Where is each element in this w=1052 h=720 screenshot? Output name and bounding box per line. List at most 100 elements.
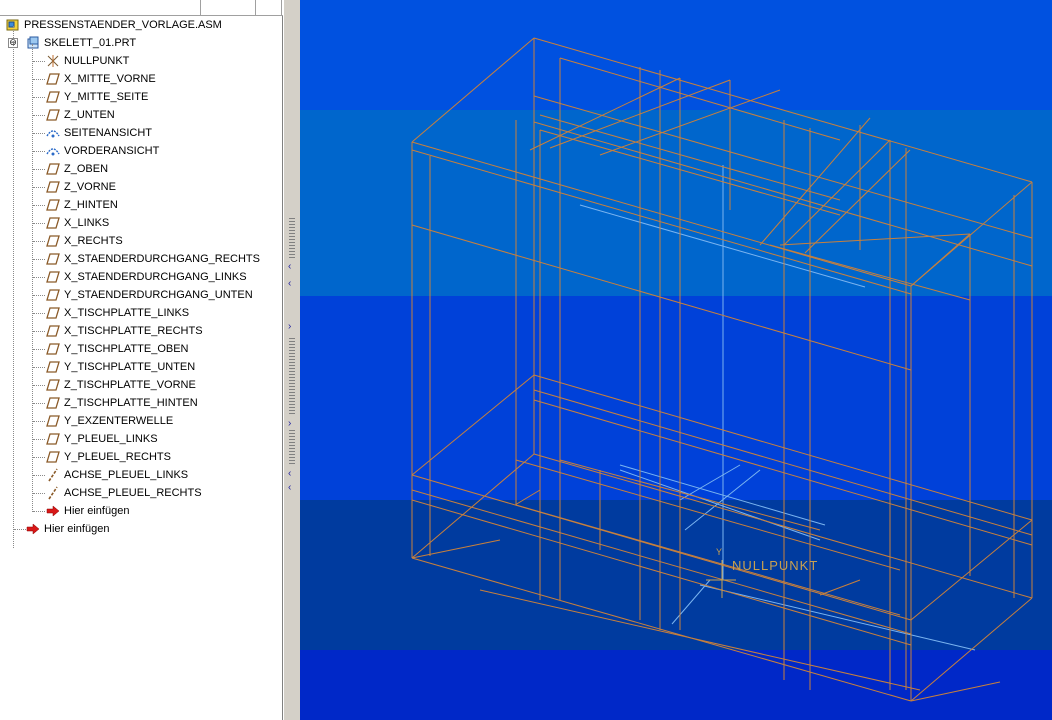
view-icon [46,144,60,158]
model-tree-panel: PRESSENSTAENDER_VORLAGE.ASM SKELETT_01.PR… [0,0,283,720]
datum-plane-icon [46,162,60,176]
tree-item-label: X_MITTE_VORNE [64,73,156,85]
expand-right-arrow-icon[interactable]: › [288,322,291,332]
view-icon [46,126,60,140]
csys-axis-y-label: Y [716,547,722,557]
datum-plane-icon [46,72,60,86]
tree-item-feature[interactable]: Z_UNTEN [0,106,281,124]
tree-item-label: Z_UNTEN [64,109,115,121]
tree-item-feature[interactable]: Y_PLEUEL_RECHTS [0,448,281,466]
tree-item-label: Y_MITTE_SEITE [64,91,149,103]
tree-item-label: Y_TISCHPLATTE_UNTEN [64,361,196,373]
expand-right-arrow-icon-2[interactable]: › [288,419,291,429]
tree-item-label: Y_TISCHPLATTE_OBEN [64,343,189,355]
tree-item-label: Y_STAENDERDURCHGANG_UNTEN [64,289,253,301]
collapse-left-arrow-icon-2[interactable]: ‹ [288,279,291,289]
tree-item-label: X_TISCHPLATTE_RECHTS [64,325,203,337]
tree-item-label: VORDERANSICHT [64,145,160,157]
datum-plane-icon [46,252,60,266]
tree-item-feature[interactable]: Y_PLEUEL_LINKS [0,430,281,448]
tree-item-label: Y_PLEUEL_LINKS [64,433,158,445]
tree-item-feature[interactable]: Y_EXZENTERWELLE [0,412,281,430]
tree-item-label: Z_VORNE [64,181,116,193]
datum-plane-icon [46,324,60,338]
tree-item-feature[interactable]: Z_OBEN [0,160,281,178]
viewport-background-band [300,650,1052,720]
tree-item-insert-here-part[interactable]: Hier einfügen [0,502,281,520]
datum-plane-icon [46,306,60,320]
collapse-left-arrow-icon-3[interactable]: ‹ [288,469,291,479]
column-header-name[interactable] [0,0,201,15]
tree-item-label: Hier einfügen [44,523,110,535]
tree-item-feature[interactable]: SEITENANSICHT [0,124,281,142]
model-tree-header [0,0,283,16]
tree-item-label: X_STAENDERDURCHGANG_RECHTS [64,253,260,265]
tree-item-feature[interactable]: Z_TISCHPLATTE_VORNE [0,376,281,394]
tree-item-label: X_TISCHPLATTE_LINKS [64,307,190,319]
pro-engineer-window: PRESSENSTAENDER_VORLAGE.ASM SKELETT_01.PR… [0,0,1052,720]
tree-item-feature[interactable]: X_TISCHPLATTE_LINKS [0,304,281,322]
tree-item-insert-here-assembly[interactable]: Hier einfügen [0,520,281,538]
tree-item-label: X_STAENDERDURCHGANG_LINKS [64,271,247,283]
panel-splitter[interactable]: ‹ ‹ › › ‹ ‹ [283,0,300,720]
tree-item-feature[interactable]: ACHSE_PLEUEL_RECHTS [0,484,281,502]
viewport-background-band [300,500,1052,650]
tree-item-label: PRESSENSTAENDER_VORLAGE.ASM [24,19,222,31]
tree-item-label: Z_HINTEN [64,199,118,211]
viewport-background-band [300,0,1052,110]
tree-item-feature[interactable]: Z_VORNE [0,178,281,196]
datum-plane-icon [46,432,60,446]
collapse-left-arrow-icon-4[interactable]: ‹ [288,483,291,493]
tree-item-feature[interactable]: NULLPUNKT [0,52,281,70]
tree-item-feature[interactable]: X_STAENDERDURCHGANG_LINKS [0,268,281,286]
tree-item-feature[interactable]: X_LINKS [0,214,281,232]
part-icon [26,36,40,50]
tree-item-label: X_RECHTS [64,235,123,247]
tree-item-feature[interactable]: VORDERANSICHT [0,142,281,160]
datum-plane-icon [46,108,60,122]
splitter-grip-middle[interactable] [289,338,295,414]
datum-plane-icon [46,288,60,302]
datum-plane-icon [46,216,60,230]
tree-item-label: NULLPUNKT [64,55,130,67]
splitter-grip-lower[interactable] [289,430,295,464]
viewport-background-band [300,296,1052,500]
datum-plane-icon [46,180,60,194]
tree-item-feature[interactable]: Z_TISCHPLATTE_HINTEN [0,394,281,412]
datum-plane-icon [46,198,60,212]
datum-axis-icon [46,468,60,482]
wireframe-canvas[interactable]: Y NULLPUNKT [300,0,1052,720]
tree-item-assembly[interactable]: PRESSENSTAENDER_VORLAGE.ASM [0,16,281,34]
datum-axis-icon [46,486,60,500]
column-header-2[interactable] [200,0,256,15]
tree-item-label: Z_TISCHPLATTE_VORNE [64,379,196,391]
column-header-3[interactable] [255,0,282,15]
datum-plane-icon [46,90,60,104]
tree-item-feature[interactable]: Y_TISCHPLATTE_OBEN [0,340,281,358]
coordinate-system-icon [46,54,60,68]
tree-item-feature[interactable]: ACHSE_PLEUEL_LINKS [0,466,281,484]
model-tree: PRESSENSTAENDER_VORLAGE.ASM SKELETT_01.PR… [0,16,281,720]
graphics-viewport[interactable]: Y NULLPUNKT [300,0,1052,720]
tree-item-label: SKELETT_01.PRT [44,37,137,49]
tree-item-feature[interactable]: Y_MITTE_SEITE [0,88,281,106]
tree-item-feature[interactable]: Z_HINTEN [0,196,281,214]
datum-plane-icon [46,396,60,410]
tree-item-feature[interactable]: Y_STAENDERDURCHGANG_UNTEN [0,286,281,304]
tree-item-label: ACHSE_PLEUEL_RECHTS [64,487,202,499]
tree-item-label: Z_TISCHPLATTE_HINTEN [64,397,198,409]
splitter-grip-upper[interactable] [289,218,295,258]
tree-item-label: ACHSE_PLEUEL_LINKS [64,469,189,481]
tree-item-part[interactable]: SKELETT_01.PRT [0,34,281,52]
datum-plane-icon [46,270,60,284]
datum-plane-icon [46,450,60,464]
tree-item-feature[interactable]: Y_TISCHPLATTE_UNTEN [0,358,281,376]
tree-item-label: Y_PLEUEL_RECHTS [64,451,171,463]
tree-item-feature[interactable]: X_TISCHPLATTE_RECHTS [0,322,281,340]
tree-item-feature[interactable]: X_STAENDERDURCHGANG_RECHTS [0,250,281,268]
viewport-background-band [300,110,1052,296]
collapse-left-arrow-icon[interactable]: ‹ [288,262,291,272]
datum-plane-icon [46,234,60,248]
tree-item-feature[interactable]: X_MITTE_VORNE [0,70,281,88]
tree-item-feature[interactable]: X_RECHTS [0,232,281,250]
